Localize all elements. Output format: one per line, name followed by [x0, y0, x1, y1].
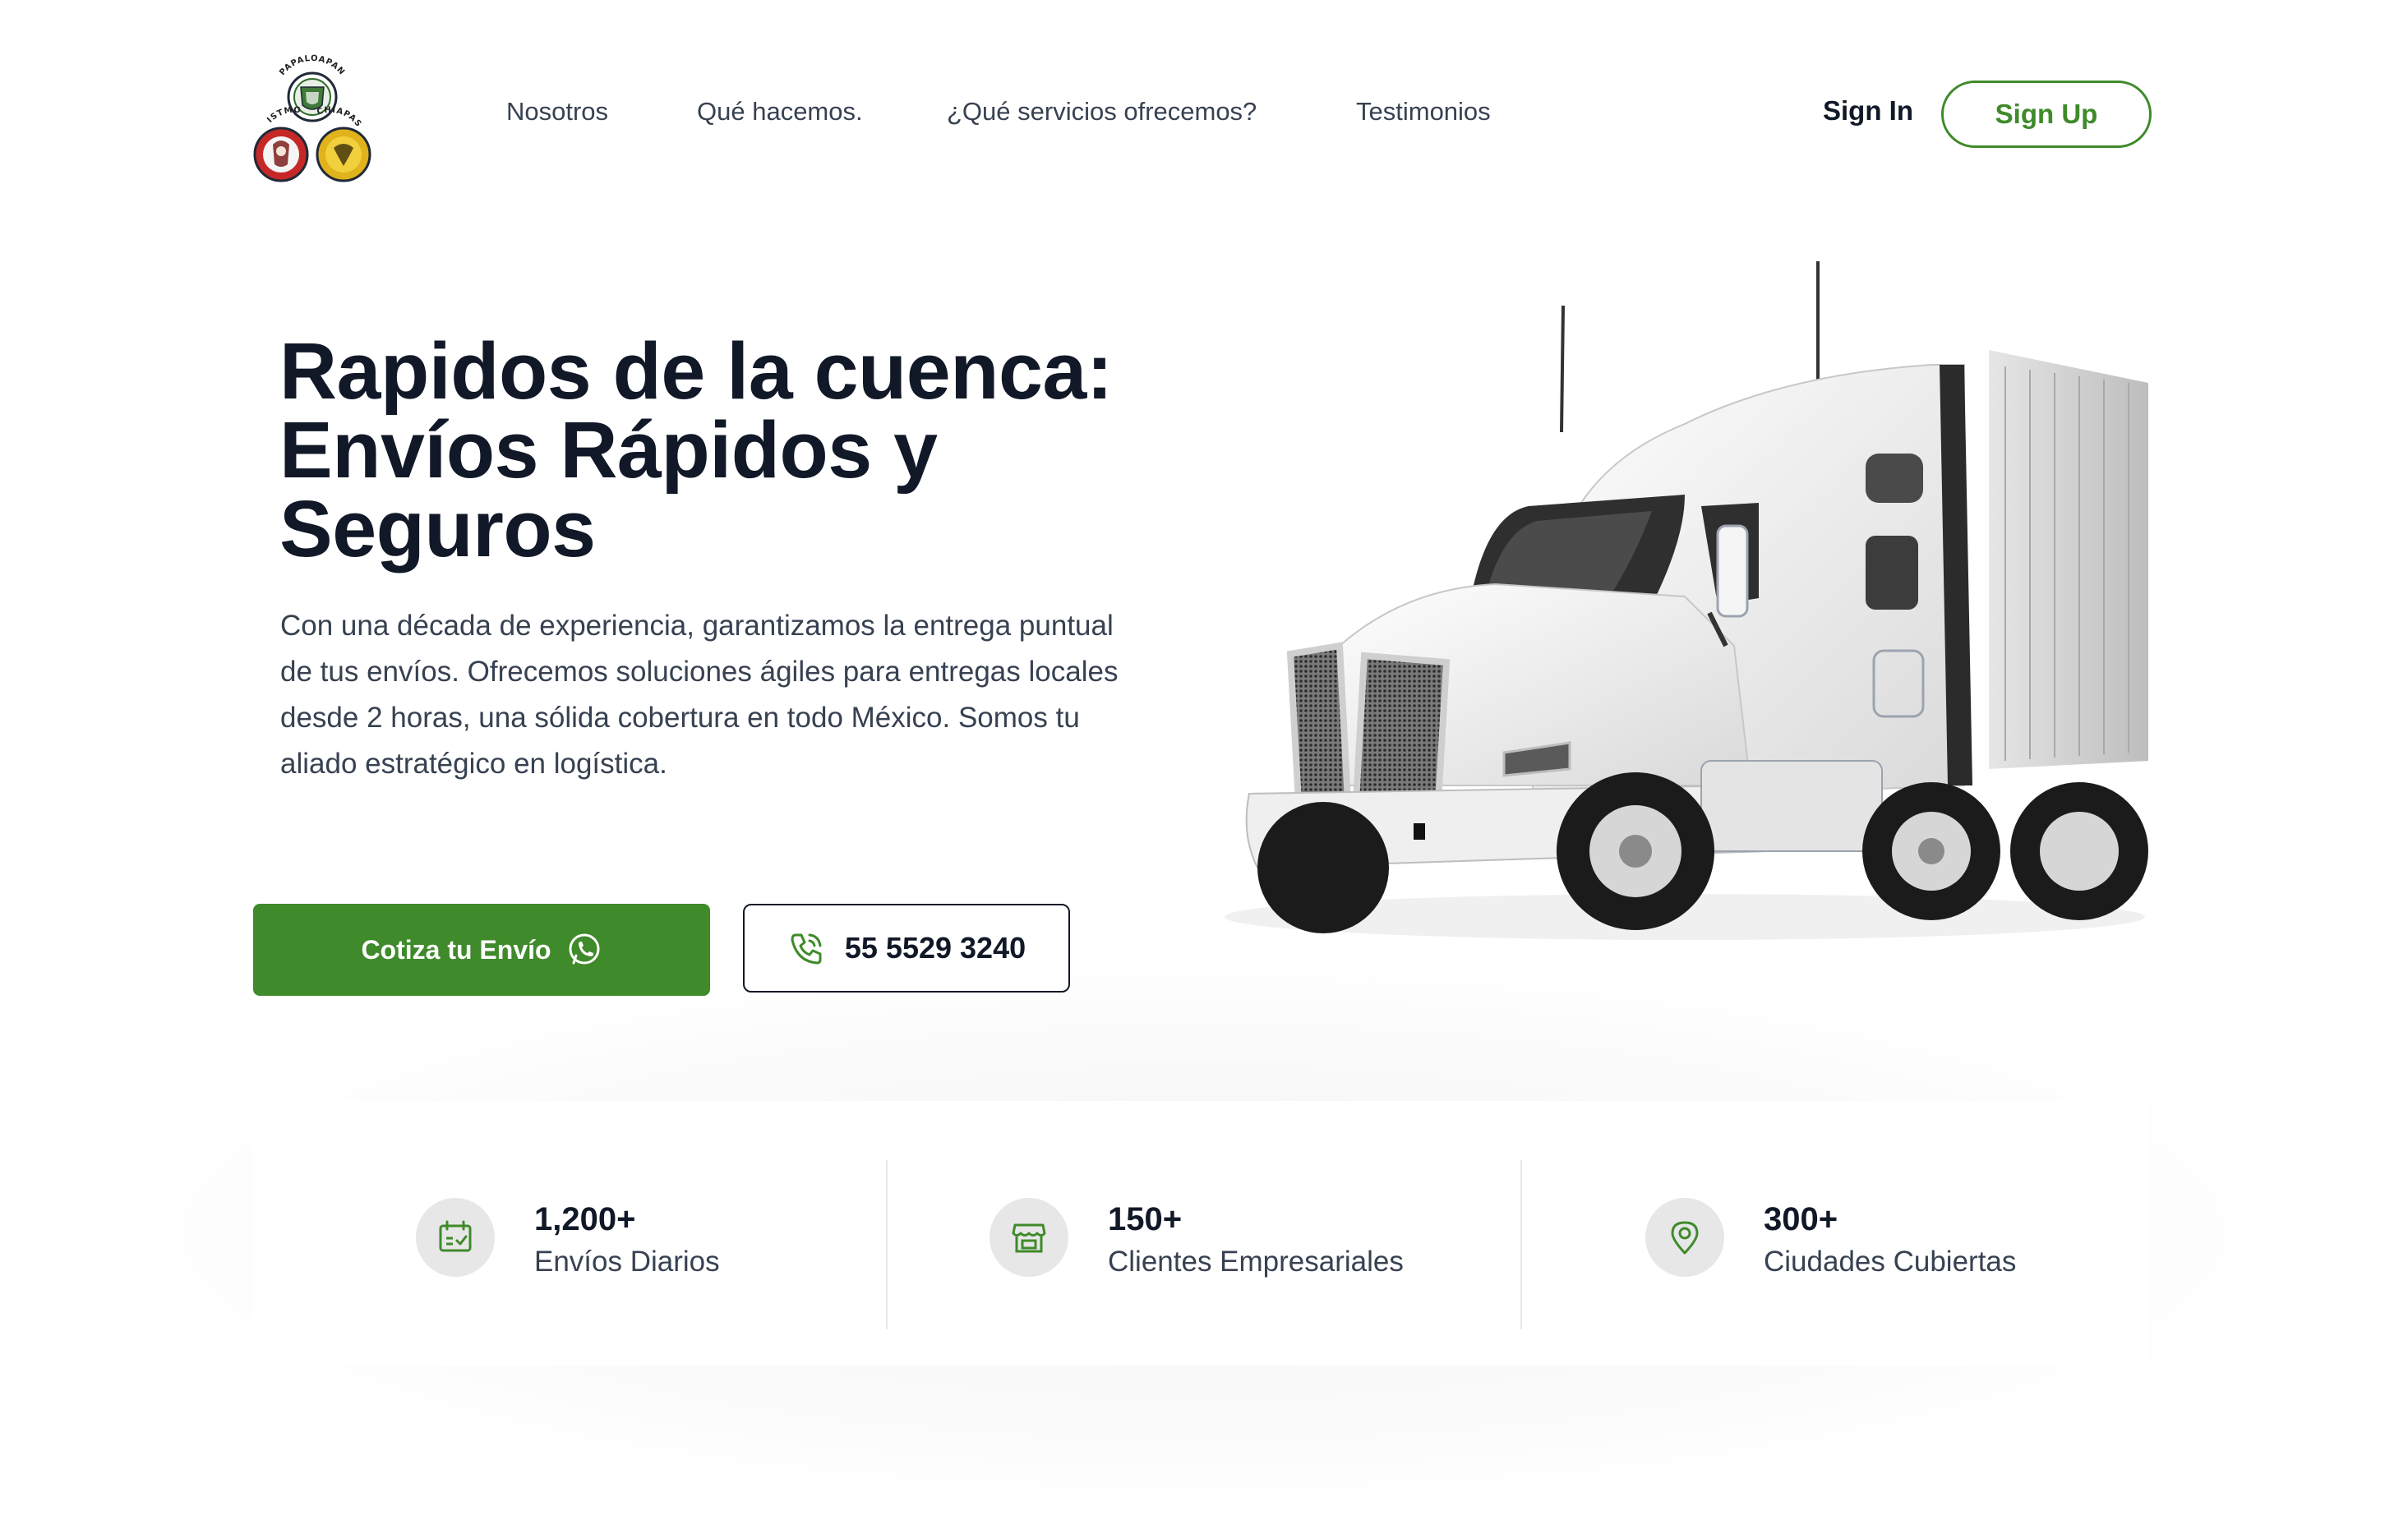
phone-icon: [791, 933, 822, 965]
nav-link-nosotros[interactable]: Nosotros: [506, 97, 608, 127]
nav-link-testimonios[interactable]: Testimonios: [1356, 97, 1491, 127]
hero-title: Rapidos de la cuenca: Envíos Rápidos y S…: [279, 326, 1113, 573]
stat-value: 1,200+: [534, 1201, 636, 1237]
stat-value: 150+: [1108, 1201, 1183, 1237]
sign-in-link[interactable]: Sign In: [1823, 95, 1913, 127]
stat-label: Envíos Diarios: [534, 1246, 720, 1278]
stat-label: Ciudades Cubiertas: [1764, 1246, 2017, 1278]
hero-description: Con una década de experiencia, garantiza…: [280, 610, 1119, 780]
phone-button-label: 55 5529 3240: [844, 931, 1026, 965]
truck-illustration: [1225, 261, 2148, 940]
stats-section: 1,200+ Envíos Diarios 150+ Clientes Empr…: [253, 1101, 2148, 1366]
quote-button-label: Cotiza tu Envío: [361, 934, 551, 965]
calendar-check-icon: [416, 1198, 495, 1277]
nav-link-servicios[interactable]: ¿Qué servicios ofrecemos?: [947, 97, 1257, 127]
phone-button[interactable]: 55 5529 3240: [743, 904, 1070, 993]
stats-divider: [886, 1160, 888, 1329]
quote-button[interactable]: Cotiza tu Envío: [253, 904, 710, 996]
stat-label: Clientes Empresariales: [1108, 1246, 1404, 1278]
nav-link-que-hacemos[interactable]: Qué hacemos.: [697, 97, 863, 127]
stat-value: 300+: [1764, 1201, 1838, 1237]
map-pin-icon: [1645, 1198, 1724, 1277]
brand-logo[interactable]: PAPALOAPAN ISTMO CHIAPAS: [251, 51, 373, 186]
stats-divider: [1520, 1160, 1522, 1329]
sign-up-button[interactable]: Sign Up: [1941, 81, 2152, 148]
store-icon: [989, 1198, 1068, 1277]
whatsapp-icon: [569, 933, 600, 965]
